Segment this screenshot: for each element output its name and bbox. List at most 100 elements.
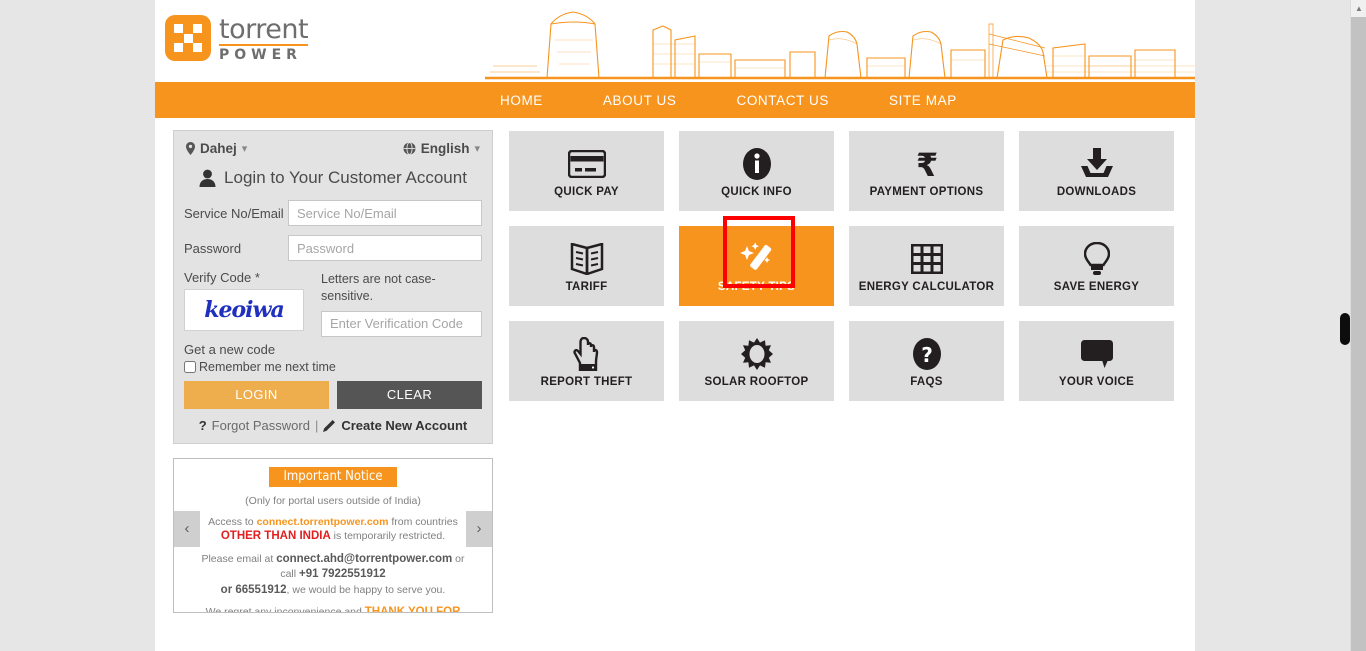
tile-payment-options[interactable]: ₹ PAYMENT OPTIONS [849, 131, 1004, 211]
left-column: Dahej ▾ English ▾ Login to Your Customer… [173, 130, 493, 613]
notice-line1-b: from countries [388, 515, 458, 528]
tile-label: SAFETY TIPS [717, 281, 796, 293]
tile-quick-pay[interactable]: QUICK PAY [509, 131, 664, 211]
location-label: Dahej [200, 141, 237, 156]
tile-label: REPORT THEFT [540, 376, 633, 388]
tile-label: TARIFF [565, 281, 608, 293]
nav-item-contact-us[interactable]: CONTACT US [736, 93, 829, 108]
language-label: English [420, 141, 470, 156]
tile-label: SOLAR ROOFTOP [704, 376, 809, 388]
notice-line2-b: is temporarily restricted. [330, 530, 446, 543]
tile-label: DOWNLOADS [1056, 186, 1137, 198]
captcha-column: Verify Code * keoiwa [184, 270, 321, 337]
main-navigation: HOME ABOUT US CONTACT US SITE MAP [155, 82, 1195, 118]
service-label: Service No/Email [184, 205, 284, 221]
create-new-account-link[interactable]: Create New Account [341, 418, 467, 433]
carousel-next-button[interactable]: › [466, 510, 492, 547]
login-heading-text: Login to Your Customer Account [224, 168, 467, 187]
user-icon [199, 169, 216, 187]
service-tile-grid: QUICK PAY QUICK INFO ₹ PAYMENT OPTIONS D… [509, 131, 1174, 401]
pencil-icon [323, 419, 336, 432]
carousel-prev-button[interactable]: ‹ [174, 510, 200, 547]
notice-line3-a: Please email at [201, 552, 277, 565]
login-button[interactable]: LOGIN [184, 380, 329, 409]
notice-badge: Important Notice [269, 466, 397, 487]
tile-tariff[interactable]: TARIFF [509, 226, 664, 306]
tile-label: QUICK INFO [721, 186, 792, 198]
scroll-up-arrow-icon[interactable]: ▲ [1351, 0, 1366, 17]
right-column: QUICK PAY QUICK INFO ₹ PAYMENT OPTIONS D… [509, 130, 1174, 613]
forgot-password-link[interactable]: Forgot Password [212, 418, 310, 433]
notice-line5-a: We regret any inconvenience and [205, 606, 365, 613]
location-selector[interactable]: Dahej ▾ [186, 141, 247, 156]
verify-code-label: Verify Code * [184, 270, 260, 285]
language-selector[interactable]: English ▾ [403, 141, 480, 156]
tile-label: QUICK PAY [554, 186, 619, 198]
remember-me-row[interactable]: Remember me next time [184, 360, 482, 374]
remember-me-checkbox[interactable] [184, 360, 196, 373]
question-circle-icon: ? [912, 334, 942, 374]
page-body: Dahej ▾ English ▾ Login to Your Customer… [155, 118, 1195, 613]
torrent-checkerboard-icon [165, 15, 211, 61]
nav-item-about-us[interactable]: ABOUT US [603, 93, 677, 108]
brand-logo[interactable]: torrent POWER [165, 14, 309, 63]
login-heading: Login to Your Customer Account [184, 162, 482, 200]
nav-item-site-map[interactable]: SITE MAP [889, 93, 957, 108]
clear-button[interactable]: CLEAR [337, 380, 482, 409]
tile-label: YOUR VOICE [1058, 376, 1135, 388]
brand-name-bottom: POWER [219, 47, 302, 63]
tile-label: SAVE ENERGY [1053, 281, 1140, 293]
verification-code-input[interactable] [321, 310, 482, 337]
notice-email: connect.ahd@torrentpower.com [276, 552, 453, 565]
case-sensitivity-hint: Letters are not case-sensitive. [321, 272, 436, 303]
page-scrollbar[interactable]: ▲ [1350, 0, 1366, 651]
tile-your-voice[interactable]: YOUR VOICE [1019, 321, 1174, 401]
login-links-row: ? Forgot Password | Create New Account [184, 418, 482, 433]
rupee-icon: ₹ [913, 144, 941, 184]
sun-icon [740, 334, 773, 374]
tile-save-energy[interactable]: SAVE ENERGY [1019, 226, 1174, 306]
site-header: torrent POWER [155, 0, 1195, 82]
password-input[interactable] [288, 235, 482, 261]
info-circle-icon [742, 144, 772, 184]
notice-line-1: Access to connect.torrentpower.com from … [194, 515, 472, 545]
verify-code-row: Verify Code * keoiwa Letters are not cas… [184, 270, 482, 337]
remember-me-label: Remember me next time [199, 359, 336, 374]
important-notice-carousel: Important Notice (Only for portal users … [173, 457, 493, 613]
speech-bubble-icon [1080, 334, 1114, 374]
notice-line-3: We regret any inconvenience and THANK YO… [194, 605, 472, 613]
get-new-code-link[interactable]: Get a new code [184, 342, 482, 357]
tile-report-theft[interactable]: REPORT THEFT [509, 321, 664, 401]
chevron-down-icon: ▾ [474, 143, 480, 155]
tile-faqs[interactable]: ? FAQS [849, 321, 1004, 401]
notice-line1-a: Access to [208, 515, 257, 528]
tile-energy-calculator[interactable]: ENERGY CALCULATOR [849, 226, 1004, 306]
tile-safety-tips[interactable]: SAFETY TIPS [679, 216, 834, 306]
nav-item-home[interactable]: HOME [500, 93, 543, 108]
tile-downloads[interactable]: DOWNLOADS [1019, 131, 1174, 211]
open-book-icon [570, 239, 604, 279]
chevron-down-icon: ▾ [241, 143, 248, 155]
tile-label: FAQS [910, 376, 943, 388]
scrollbar-thumb[interactable] [1340, 313, 1350, 345]
tile-label: PAYMENT OPTIONS [869, 186, 984, 198]
captcha-text: keoiwa [204, 297, 284, 323]
captcha-image: keoiwa [184, 289, 304, 331]
service-input[interactable] [288, 200, 482, 226]
brand-name-top: torrent [219, 14, 309, 45]
credit-card-icon [567, 144, 606, 184]
tile-label: ENERGY CALCULATOR [858, 281, 995, 293]
scrollbar-track[interactable] [1351, 17, 1366, 651]
notice-phone-1: +91 7922551912 [299, 568, 386, 581]
svg-text:?: ? [921, 343, 933, 367]
grid-calculator-icon [910, 239, 943, 279]
pointing-hand-icon [572, 334, 601, 374]
lightbulb-icon [1083, 239, 1110, 279]
service-field-row: Service No/Email [184, 200, 482, 226]
location-pin-icon [186, 142, 195, 155]
notice-portal-link[interactable]: connect.torrentpower.com [257, 516, 389, 528]
tile-quick-info[interactable]: QUICK INFO [679, 131, 834, 211]
tile-solar-rooftop[interactable]: SOLAR ROOFTOP [679, 321, 834, 401]
notice-phone-2: or 66551912 [220, 583, 287, 596]
password-field-row: Password [184, 235, 482, 261]
